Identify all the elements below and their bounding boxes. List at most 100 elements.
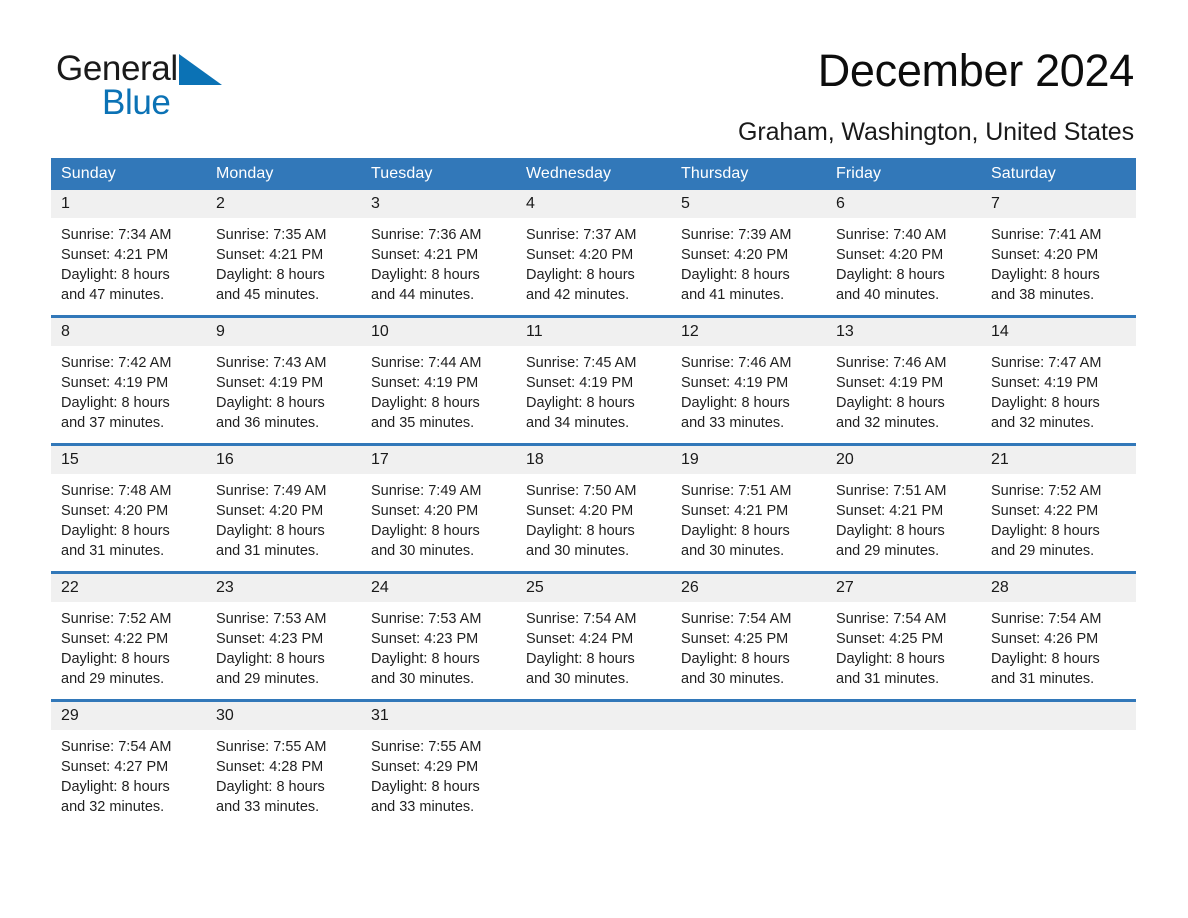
day-cell[interactable]: 8 Sunrise: 7:42 AM Sunset: 4:19 PM Daylight… xyxy=(51,315,206,445)
sunset-text: Sunset: 4:27 PM xyxy=(61,759,169,775)
sunset-text: Sunset: 4:25 PM xyxy=(681,631,789,647)
day-cell-empty xyxy=(826,699,981,827)
day-cell[interactable]: 5 Sunrise: 7:39 AM Sunset: 4:20 PM Daylight… xyxy=(671,190,826,317)
day-cell[interactable]: 19 Sunrise: 7:51 AM Sunset: 4:21 PM Dayligh… xyxy=(671,443,826,573)
sunset-text: Sunset: 4:20 PM xyxy=(371,503,479,519)
day-number: 30 xyxy=(206,702,361,730)
day-cell-empty xyxy=(981,699,1136,827)
daylight-text-line1: Daylight: 8 hours xyxy=(526,651,635,667)
day-number: 6 xyxy=(826,190,981,218)
day-cell[interactable]: 9 Sunrise: 7:43 AM Sunset: 4:19 PM Daylight… xyxy=(206,315,361,445)
sunset-text: Sunset: 4:20 PM xyxy=(61,503,169,519)
day-details: Sunrise: 7:35 AM Sunset: 4:21 PM Daylight:… xyxy=(206,218,361,305)
daylight-text-line2: and 31 minutes. xyxy=(216,543,320,559)
daylight-text-line2: and 44 minutes. xyxy=(371,287,475,303)
day-details: Sunrise: 7:52 AM Sunset: 4:22 PM Daylight:… xyxy=(981,474,1136,561)
day-cell[interactable]: 24 Sunrise: 7:53 AM Sunset: 4:23 PM Dayligh… xyxy=(361,571,516,701)
day-number: 24 xyxy=(361,574,516,602)
day-cell[interactable]: 25 Sunrise: 7:54 AM Sunset: 4:24 PM Dayligh… xyxy=(516,571,671,701)
day-cell[interactable]: 12 Sunrise: 7:46 AM Sunset: 4:19 PM Dayligh… xyxy=(671,315,826,445)
day-details: Sunrise: 7:45 AM Sunset: 4:19 PM Daylight:… xyxy=(516,346,671,433)
day-cell[interactable]: 29 Sunrise: 7:54 AM Sunset: 4:27 PM Dayligh… xyxy=(51,699,206,827)
day-cell[interactable]: 3 Sunrise: 7:36 AM Sunset: 4:21 PM Daylight… xyxy=(361,190,516,317)
sunrise-text: Sunrise: 7:53 AM xyxy=(371,611,482,627)
day-number: 29 xyxy=(51,702,206,730)
daylight-text-line1: Daylight: 8 hours xyxy=(216,395,325,411)
page-title: December 2024 xyxy=(817,45,1135,96)
logo-text-blue: Blue xyxy=(102,83,171,122)
day-details: Sunrise: 7:49 AM Sunset: 4:20 PM Daylight:… xyxy=(361,474,516,561)
day-number: 12 xyxy=(671,318,826,346)
weekday-header-wednesday: Wednesday xyxy=(516,158,671,190)
day-cell[interactable]: 10 Sunrise: 7:44 AM Sunset: 4:19 PM Dayligh… xyxy=(361,315,516,445)
sunset-text: Sunset: 4:21 PM xyxy=(216,247,324,263)
daylight-text-line2: and 30 minutes. xyxy=(526,543,630,559)
weekday-header-sunday: Sunday xyxy=(51,158,206,190)
day-cell[interactable]: 20 Sunrise: 7:51 AM Sunset: 4:21 PM Dayligh… xyxy=(826,443,981,573)
day-cell[interactable]: 1 Sunrise: 7:34 AM Sunset: 4:21 PM Daylight… xyxy=(51,190,206,317)
day-cell[interactable]: 28 Sunrise: 7:54 AM Sunset: 4:26 PM Dayligh… xyxy=(981,571,1136,701)
day-number: 4 xyxy=(516,190,671,218)
day-number: 23 xyxy=(206,574,361,602)
sunset-text: Sunset: 4:28 PM xyxy=(216,759,324,775)
day-cell[interactable]: 6 Sunrise: 7:40 AM Sunset: 4:20 PM Daylight… xyxy=(826,190,981,317)
daylight-text-line1: Daylight: 8 hours xyxy=(371,651,480,667)
sunset-text: Sunset: 4:23 PM xyxy=(371,631,479,647)
day-cell[interactable]: 17 Sunrise: 7:49 AM Sunset: 4:20 PM Dayligh… xyxy=(361,443,516,573)
sunset-text: Sunset: 4:23 PM xyxy=(216,631,324,647)
daylight-text-line1: Daylight: 8 hours xyxy=(681,267,790,283)
day-cell[interactable]: 13 Sunrise: 7:46 AM Sunset: 4:19 PM Dayligh… xyxy=(826,315,981,445)
sunrise-text: Sunrise: 7:50 AM xyxy=(526,483,637,499)
general-blue-logo[interactable]: General Blue xyxy=(56,50,223,122)
day-number: 27 xyxy=(826,574,981,602)
day-cell[interactable]: 26 Sunrise: 7:54 AM Sunset: 4:25 PM Dayligh… xyxy=(671,571,826,701)
daylight-text-line2: and 32 minutes. xyxy=(991,415,1095,431)
daylight-text-line1: Daylight: 8 hours xyxy=(526,267,635,283)
day-details: Sunrise: 7:52 AM Sunset: 4:22 PM Daylight:… xyxy=(51,602,206,689)
day-cell[interactable]: 7 Sunrise: 7:41 AM Sunset: 4:20 PM Daylight… xyxy=(981,190,1136,317)
daylight-text-line2: and 38 minutes. xyxy=(991,287,1095,303)
sunrise-text: Sunrise: 7:53 AM xyxy=(216,611,327,627)
day-cell[interactable]: 4 Sunrise: 7:37 AM Sunset: 4:20 PM Daylight… xyxy=(516,190,671,317)
week-row: 29 Sunrise: 7:54 AM Sunset: 4:27 PM Dayligh… xyxy=(51,699,1136,827)
sunrise-text: Sunrise: 7:55 AM xyxy=(216,739,327,755)
daylight-text-line1: Daylight: 8 hours xyxy=(216,651,325,667)
day-cell[interactable]: 16 Sunrise: 7:49 AM Sunset: 4:20 PM Dayligh… xyxy=(206,443,361,573)
day-cell[interactable]: 27 Sunrise: 7:54 AM Sunset: 4:25 PM Dayligh… xyxy=(826,571,981,701)
daylight-text-line1: Daylight: 8 hours xyxy=(371,523,480,539)
daylight-text-line1: Daylight: 8 hours xyxy=(61,779,170,795)
day-number: 7 xyxy=(981,190,1136,218)
daylight-text-line2: and 34 minutes. xyxy=(526,415,630,431)
day-cell[interactable]: 30 Sunrise: 7:55 AM Sunset: 4:28 PM Dayligh… xyxy=(206,699,361,827)
day-cell[interactable]: 15 Sunrise: 7:48 AM Sunset: 4:20 PM Dayligh… xyxy=(51,443,206,573)
day-details: Sunrise: 7:51 AM Sunset: 4:21 PM Daylight:… xyxy=(826,474,981,561)
sunrise-text: Sunrise: 7:54 AM xyxy=(61,739,172,755)
day-number xyxy=(516,702,671,730)
day-cell[interactable]: 23 Sunrise: 7:53 AM Sunset: 4:23 PM Dayligh… xyxy=(206,571,361,701)
sunrise-text: Sunrise: 7:44 AM xyxy=(371,355,482,371)
daylight-text-line1: Daylight: 8 hours xyxy=(681,523,790,539)
day-details: Sunrise: 7:36 AM Sunset: 4:21 PM Daylight:… xyxy=(361,218,516,305)
day-number: 2 xyxy=(206,190,361,218)
daylight-text-line2: and 29 minutes. xyxy=(216,671,320,687)
daylight-text-line1: Daylight: 8 hours xyxy=(371,395,480,411)
day-number: 21 xyxy=(981,446,1136,474)
daylight-text-line2: and 32 minutes. xyxy=(836,415,940,431)
day-cell[interactable]: 2 Sunrise: 7:35 AM Sunset: 4:21 PM Daylight… xyxy=(206,190,361,317)
day-number: 25 xyxy=(516,574,671,602)
daylight-text-line1: Daylight: 8 hours xyxy=(836,267,945,283)
day-number: 20 xyxy=(826,446,981,474)
sunset-text: Sunset: 4:21 PM xyxy=(836,503,944,519)
day-details: Sunrise: 7:54 AM Sunset: 4:25 PM Daylight:… xyxy=(826,602,981,689)
day-cell[interactable]: 22 Sunrise: 7:52 AM Sunset: 4:22 PM Dayligh… xyxy=(51,571,206,701)
day-cell[interactable]: 14 Sunrise: 7:47 AM Sunset: 4:19 PM Dayligh… xyxy=(981,315,1136,445)
week-row: 22 Sunrise: 7:52 AM Sunset: 4:22 PM Dayligh… xyxy=(51,571,1136,701)
sunrise-text: Sunrise: 7:40 AM xyxy=(836,227,947,243)
day-cell[interactable]: 18 Sunrise: 7:50 AM Sunset: 4:20 PM Dayligh… xyxy=(516,443,671,573)
weekday-header-saturday: Saturday xyxy=(981,158,1136,190)
day-cell[interactable]: 31 Sunrise: 7:55 AM Sunset: 4:29 PM Dayligh… xyxy=(361,699,516,827)
day-details: Sunrise: 7:44 AM Sunset: 4:19 PM Daylight:… xyxy=(361,346,516,433)
day-cell[interactable]: 21 Sunrise: 7:52 AM Sunset: 4:22 PM Dayligh… xyxy=(981,443,1136,573)
day-cell[interactable]: 11 Sunrise: 7:45 AM Sunset: 4:19 PM Dayligh… xyxy=(516,315,671,445)
daylight-text-line1: Daylight: 8 hours xyxy=(526,395,635,411)
